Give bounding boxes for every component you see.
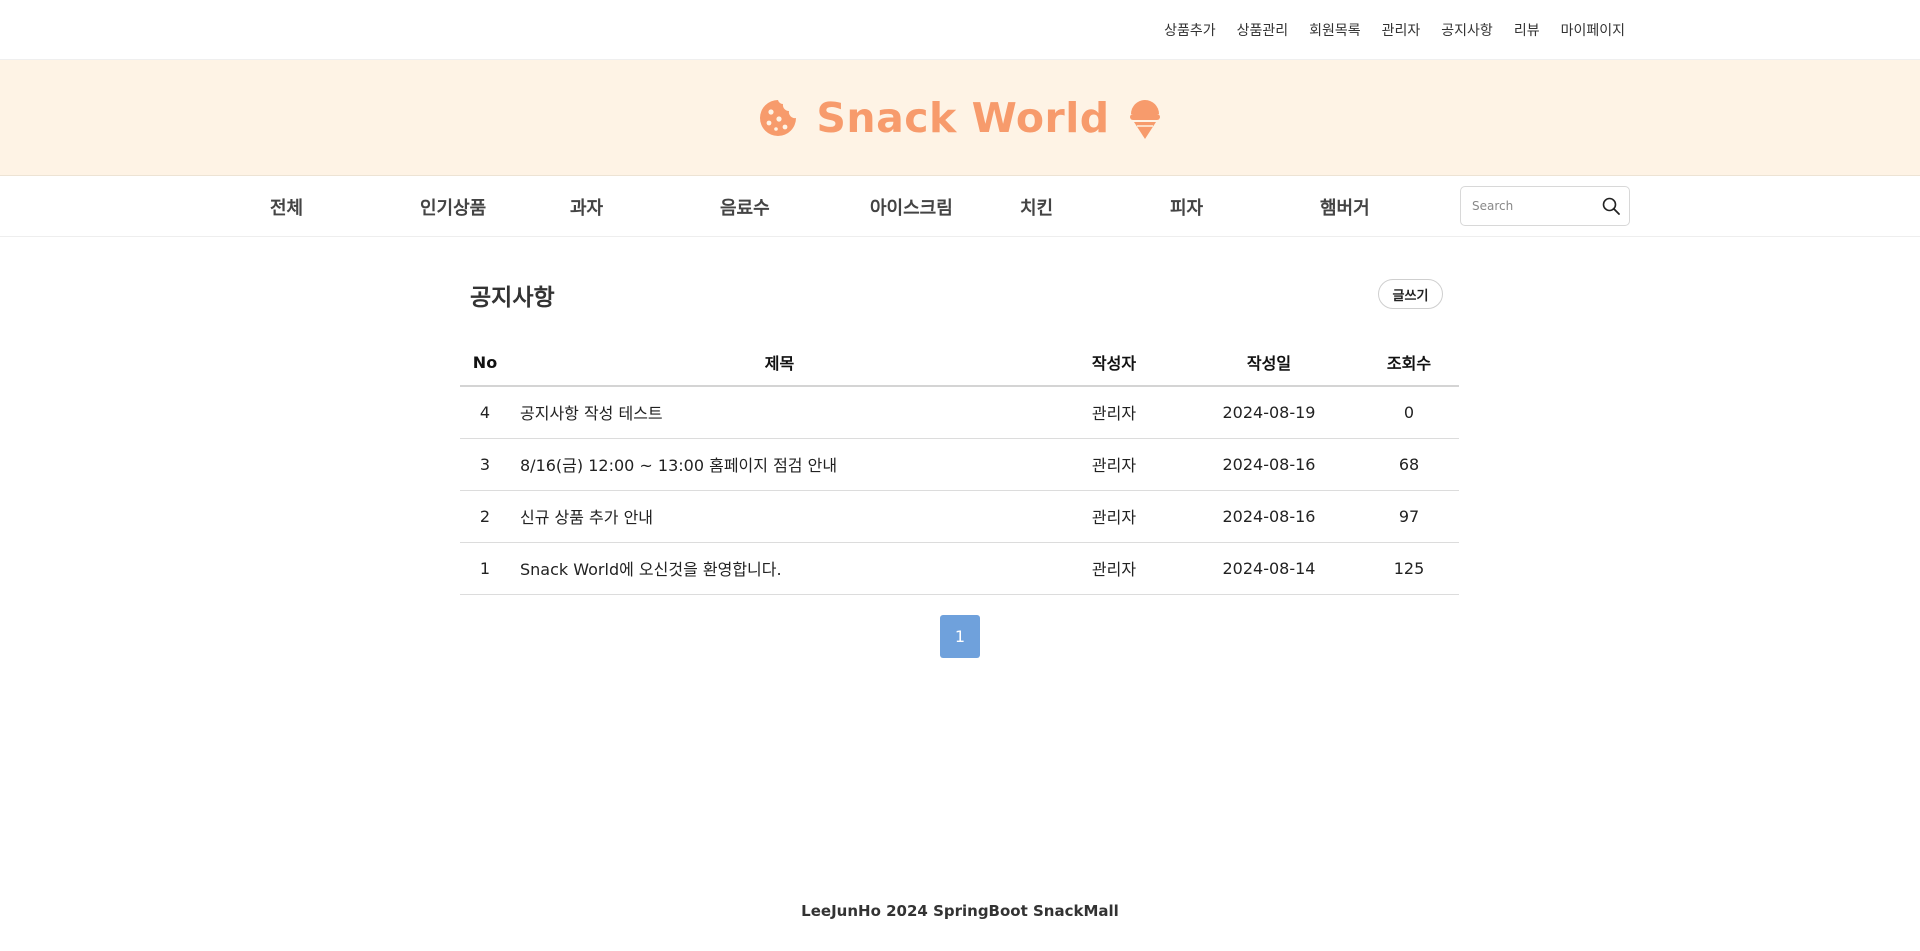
row-author: 관리자: [1049, 386, 1179, 439]
row-author: 관리자: [1049, 490, 1179, 543]
column-header-views: 조회수: [1359, 339, 1459, 387]
cookie-icon: [760, 100, 797, 136]
table-row[interactable]: 2 신규 상품 추가 안내 관리자 2024-08-16 97: [460, 490, 1459, 543]
top-nav-manage-products[interactable]: 상품관리: [1237, 20, 1289, 40]
row-date: 2024-08-19: [1179, 386, 1359, 439]
category-ice-cream[interactable]: 아이스크림: [870, 194, 953, 220]
search-box: [1460, 186, 1630, 226]
row-views: 97: [1359, 490, 1459, 543]
table-header-row: No 제목 작성자 작성일 조회수: [460, 339, 1459, 387]
row-title-link[interactable]: 공지사항 작성 테스트: [510, 386, 1049, 439]
row-no: 2: [460, 490, 510, 543]
row-author: 관리자: [1049, 438, 1179, 491]
category-all[interactable]: 전체: [270, 194, 303, 220]
search-input[interactable]: [1462, 188, 1592, 224]
category-drinks[interactable]: 음료수: [720, 194, 770, 220]
column-header-no: No: [460, 339, 510, 387]
category-hamburger[interactable]: 햄버거: [1320, 194, 1370, 220]
row-no: 3: [460, 438, 510, 491]
table-row[interactable]: 3 8/16(금) 12:00 ~ 13:00 홈페이지 점검 안내 관리자 2…: [460, 438, 1459, 491]
search-icon[interactable]: [1601, 196, 1621, 216]
table-row[interactable]: 4 공지사항 작성 테스트 관리자 2024-08-19 0: [460, 386, 1459, 439]
row-date: 2024-08-14: [1179, 542, 1359, 595]
top-nav-notice[interactable]: 공지사항: [1441, 20, 1493, 40]
top-nav-review[interactable]: 리뷰: [1514, 20, 1540, 40]
category-pizza[interactable]: 피자: [1170, 194, 1203, 220]
top-nav-mypage[interactable]: 마이페이지: [1561, 20, 1625, 40]
ice-cream-icon: [1129, 100, 1160, 139]
row-views: 0: [1359, 386, 1459, 439]
page-title: 공지사항: [470, 285, 555, 311]
category-popular[interactable]: 인기상품: [420, 194, 486, 220]
top-nav: 상품추가 상품관리 회원목록 관리자 공지사항 리뷰 마이페이지: [1164, 20, 1625, 40]
column-header-title: 제목: [510, 339, 1049, 387]
table-row[interactable]: 1 Snack World에 오신것을 환영합니다. 관리자 2024-08-1…: [460, 542, 1459, 595]
brand-banner: Snack World: [0, 60, 1920, 176]
category-snacks[interactable]: 과자: [570, 194, 603, 220]
row-no: 4: [460, 386, 510, 439]
top-nav-add-product[interactable]: 상품추가: [1164, 20, 1216, 40]
brand-title: Snack World: [816, 94, 1110, 142]
row-author: 관리자: [1049, 542, 1179, 595]
row-date: 2024-08-16: [1179, 490, 1359, 543]
column-header-date: 작성일: [1179, 339, 1359, 387]
row-title-link[interactable]: Snack World에 오신것을 환영합니다.: [510, 542, 1049, 595]
column-header-author: 작성자: [1049, 339, 1179, 387]
row-date: 2024-08-16: [1179, 438, 1359, 491]
row-views: 125: [1359, 542, 1459, 595]
write-button[interactable]: 글쓰기: [1378, 279, 1443, 309]
category-nav: 전체 인기상품 과자 음료수 아이스크림 치킨 피자 햄버거: [0, 177, 1920, 237]
notice-table: No 제목 작성자 작성일 조회수 4 공지사항 작성 테스트 관리자 2024…: [460, 339, 1459, 595]
top-nav-admin[interactable]: 관리자: [1382, 20, 1421, 40]
row-views: 68: [1359, 438, 1459, 491]
brand-logo[interactable]: Snack World: [0, 91, 1920, 145]
row-title-link[interactable]: 신규 상품 추가 안내: [510, 490, 1049, 543]
pagination-page-button[interactable]: 1: [940, 615, 980, 658]
row-no: 1: [460, 542, 510, 595]
row-title-link[interactable]: 8/16(금) 12:00 ~ 13:00 홈페이지 점검 안내: [510, 438, 1049, 491]
top-utility-bar: 상품추가 상품관리 회원목록 관리자 공지사항 리뷰 마이페이지: [0, 0, 1920, 60]
top-nav-member-list[interactable]: 회원목록: [1309, 20, 1361, 40]
footer-text: LeeJunHo 2024 SpringBoot SnackMall: [801, 902, 1119, 920]
category-chicken[interactable]: 치킨: [1020, 194, 1053, 220]
